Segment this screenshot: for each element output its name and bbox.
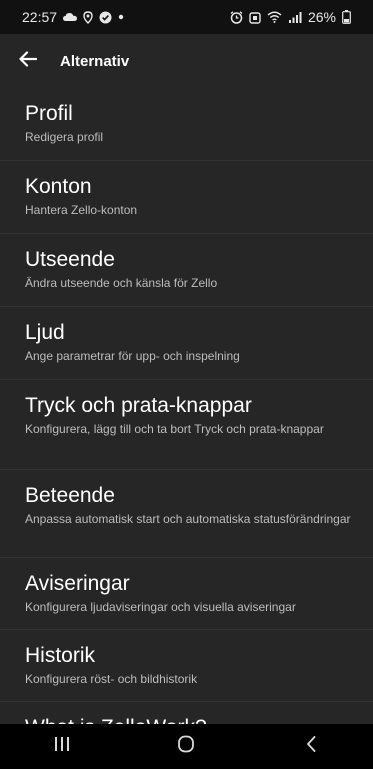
settings-item-subtitle: Ändra utseende och känsla för Zello: [25, 276, 218, 290]
settings-list: Profil Redigera profil Konton Hantera Ze…: [0, 88, 373, 724]
settings-item-utseende[interactable]: Utseende Ändra utseende och känsla för Z…: [0, 234, 373, 307]
settings-item-title: Aviseringar: [25, 572, 130, 595]
settings-item-subtitle: Hantera Zello-konton: [25, 203, 138, 217]
status-bar: 22:57 26%: [0, 0, 373, 34]
settings-item-title: Beteende: [25, 484, 115, 507]
home-button[interactable]: [146, 724, 226, 769]
status-time: 22:57: [22, 9, 58, 25]
settings-item-ljud[interactable]: Ljud Ange parametrar för upp- och inspel…: [0, 307, 373, 380]
battery-percent: 26%: [307, 9, 336, 25]
settings-item-subtitle: Redigera profil: [25, 130, 104, 144]
settings-item-title: Tryck och prata-knappar: [25, 394, 252, 417]
settings-item-what-is-zellowork[interactable]: What is ZelloWork?: [0, 702, 373, 724]
nav-back-button[interactable]: [271, 724, 351, 769]
alarm-icon: [230, 10, 243, 24]
settings-item-title: What is ZelloWork?: [25, 716, 353, 724]
settings-item-profil[interactable]: Profil Redigera profil: [0, 88, 373, 161]
settings-item-historik[interactable]: Historik Konfigurera röst- och bildhisto…: [0, 630, 373, 702]
battery-icon: [342, 10, 351, 24]
recent-apps-icon: [53, 736, 71, 757]
home-icon: [177, 735, 195, 758]
settings-item-subtitle: Konfigurera, lägg till och ta bort Tryck…: [25, 422, 324, 436]
dot-icon: [118, 14, 124, 20]
settings-item-title: Utseende: [25, 248, 115, 271]
settings-item-konton[interactable]: Konton Hantera Zello-konton: [0, 161, 373, 234]
app-bar: Alternativ: [0, 34, 373, 88]
signal-icon: [288, 11, 302, 23]
back-button[interactable]: [10, 43, 46, 79]
notification-icon: [249, 11, 261, 24]
settings-item-title: Konton: [25, 175, 92, 198]
recent-apps-button[interactable]: [22, 724, 102, 769]
settings-item-beteende[interactable]: Beteende Anpassa automatisk start och au…: [0, 470, 373, 558]
location-icon: [83, 10, 93, 24]
status-left: 22:57: [22, 9, 124, 25]
settings-item-title: Historik: [25, 644, 96, 667]
wifi-icon: [267, 11, 282, 23]
page-title: Alternativ: [60, 52, 130, 70]
settings-item-title: Profil: [25, 102, 73, 125]
back-icon: [305, 735, 317, 758]
settings-item-aviseringar[interactable]: Aviseringar Konfigurera ljudaviseringar …: [0, 558, 373, 630]
settings-item-subtitle: Anpassa automatisk start och automatiska…: [25, 512, 351, 526]
settings-item-tryck-och-prata[interactable]: Tryck och prata-knappar Konfigurera, läg…: [0, 380, 373, 470]
status-right: 26%: [230, 9, 351, 25]
check-circle-icon: [99, 11, 112, 24]
cloud-icon: [63, 12, 78, 22]
arrow-left-icon: [19, 50, 38, 72]
settings-item-title: Ljud: [25, 321, 65, 344]
navigation-bar: [0, 724, 373, 769]
settings-item-subtitle: Ange parametrar för upp- och inspelning: [25, 349, 240, 363]
settings-item-subtitle: Konfigurera röst- och bildhistorik: [25, 672, 198, 686]
settings-item-subtitle: Konfigurera ljudaviseringar och visuella…: [25, 600, 296, 614]
